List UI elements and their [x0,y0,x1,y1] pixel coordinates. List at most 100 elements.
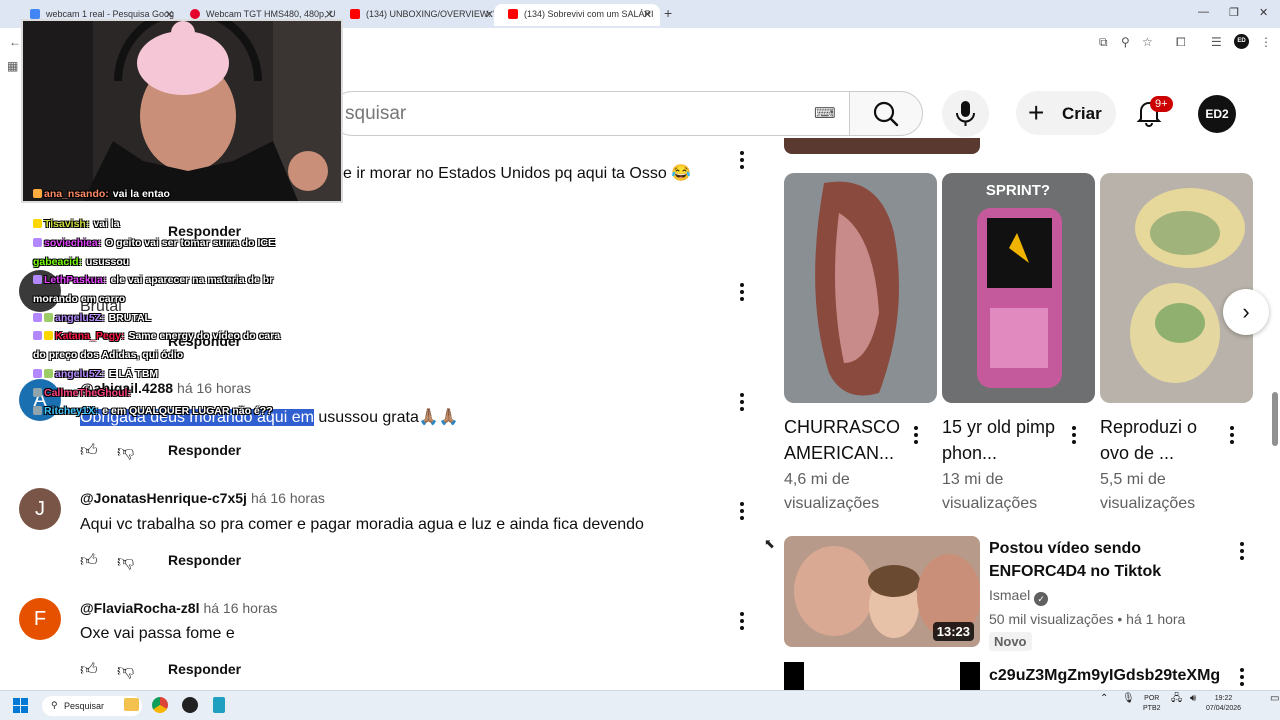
minimize-icon[interactable]: — [1198,6,1209,18]
new-tab-button[interactable]: + [664,5,672,21]
voice-search-button[interactable] [942,90,989,137]
short-thumbnail[interactable]: SPRINT? [942,173,1095,403]
close-window-icon[interactable]: ✕ [1259,6,1268,19]
obs-icon[interactable] [182,697,198,713]
comment-author[interactable]: @FlaviaRocha-z8l há 16 horas [80,600,277,616]
menu-kebab-icon[interactable]: ⋮ [1260,35,1272,49]
keyboard-icon[interactable]: ⌨ [814,104,836,122]
chat-user: soviechiea: [44,237,102,249]
apps-grid-icon[interactable]: ▦ [7,59,18,73]
close-tab-icon[interactable]: ✕ [485,8,494,21]
plus-icon: + [1028,97,1045,128]
video-thumbnail-2[interactable] [784,662,980,690]
video-duration: 13:23 [932,622,974,641]
browser-tab-3[interactable]: (134) UNBOXING/OVERVIEW: W ✕ [336,4,502,26]
channel-name[interactable]: Ismael ✓ [989,587,1049,606]
notepad-icon[interactable] [213,697,225,713]
reply-button[interactable]: Responder [168,552,241,568]
chat-user: Katana_Pegy: [55,330,125,342]
search-input[interactable] [330,91,850,136]
like-icon[interactable]: 👍︎ [80,440,98,461]
network-icon[interactable]: 🖧 [1171,694,1182,704]
site-icon [190,9,200,19]
video-title[interactable]: c29uZ3MgZm9yIGdsb29teXMg [989,664,1229,687]
phone-thumbnail-image: SPRINT? [942,173,1095,403]
comment-menu-icon[interactable] [739,149,745,171]
short-menu-icon[interactable] [1071,424,1077,446]
create-button[interactable]: + Criar [1016,91,1116,135]
channel-label[interactable]: Ismael [989,587,1030,603]
comment-menu-icon[interactable] [739,391,745,413]
short-thumbnail[interactable] [1100,173,1253,403]
video-title[interactable]: Postou vídeo sendo ENFORC4D4 no Tiktok [989,537,1189,583]
comment-author[interactable]: @JonatasHenrique-c7x5j há 16 horas [80,490,325,506]
like-icon[interactable]: 👍︎ [80,659,98,680]
back-icon[interactable]: ← [9,35,21,49]
comment-menu-icon[interactable] [739,610,745,632]
short-thumbnail[interactable] [784,173,937,403]
file-explorer-icon[interactable] [124,698,139,711]
language-indicator[interactable]: POR PTB2 [1143,694,1161,714]
streamer-webcam-image [23,21,341,201]
chat-user: CallmeTheGhoul: [44,387,131,399]
browser-tab-4-active[interactable]: (134) Sobrevivi com um SALÁRI ✕ [494,4,660,26]
dislike-icon[interactable]: 👎︎ [117,551,134,572]
chat-user: Tisavish: [44,218,90,230]
extensions-icon[interactable]: ⧠ [1176,35,1186,50]
reading-list-icon[interactable]: ☰ [1211,35,1222,49]
dislike-icon[interactable]: 👎︎ [117,441,134,462]
tab-label: webcam 1 real - Pesquisa Goog [46,9,175,19]
windows-start-icon[interactable] [13,698,29,714]
egg-thumbnail-image [1100,173,1253,403]
short-views: 4,6 mi de visualizações [784,471,880,512]
video-thumbnail[interactable]: 13:23 [784,536,980,647]
install-icon[interactable]: ⧉ [1099,35,1108,50]
video-meta: 50 mil visualizações • há 1 hora [989,611,1186,627]
clock[interactable]: 19:22 07/04/2026 [1206,694,1241,714]
short-menu-icon[interactable] [913,424,919,446]
search-button[interactable] [849,91,923,136]
bookmark-star-icon[interactable]: ☆ [1142,35,1153,49]
previous-video-thumbnail[interactable] [784,138,980,154]
author-handle[interactable]: @FlaviaRocha-z8l [80,600,199,616]
tray-chevron-icon[interactable]: ⌃ [1100,694,1108,704]
microphone-tray-icon[interactable]: 🎙︎ [1122,694,1135,704]
reply-button[interactable]: Responder [168,661,241,677]
volume-icon[interactable]: 🔊︎ [1190,694,1196,704]
chat-message: CallmeTheGhoul: [33,387,135,399]
short-overlay-text: SPRINT? [986,182,1050,199]
like-icon[interactable]: 👍︎ [80,550,98,571]
microphone-icon [956,101,975,126]
close-tab-icon[interactable]: ✕ [643,8,652,21]
chat-user: LethPaskua: [44,274,107,286]
comment-menu-icon[interactable] [739,281,745,303]
chat-message: soviechiea: O geito vai ser tomar surra d… [33,237,275,249]
webcam-overlay [21,19,343,203]
reply-button[interactable]: Responder [168,442,241,458]
comment-timestamp: há 16 horas [250,490,325,506]
short-menu-icon[interactable] [1229,424,1235,446]
short-title[interactable]: CHURRASCO AMERICAN... [784,414,904,466]
next-shorts-button[interactable]: › [1223,289,1269,335]
short-views: 5,5 mi de visualizações [1100,471,1196,512]
account-avatar[interactable]: ED2 [1198,95,1236,133]
dislike-icon[interactable]: 👎︎ [117,660,134,681]
youtube-icon [350,9,360,19]
page-scrollbar[interactable] [1272,392,1278,446]
chat-message: ana_nsando: vai la entao [33,188,170,200]
video-menu-icon[interactable] [1239,540,1245,562]
short-title[interactable]: 15 yr old pimp phon... [942,414,1062,466]
chat-user: ana_nsando: [44,188,109,200]
restore-icon[interactable]: ❐ [1229,6,1239,19]
notifications-icon[interactable]: ▭ [1270,694,1279,704]
chrome-icon[interactable] [152,697,168,713]
zoom-icon[interactable]: ⚲ [1121,35,1130,49]
profile-avatar[interactable]: ED [1234,34,1249,49]
comment-menu-icon[interactable] [739,500,745,522]
comment-timestamp: há 16 horas [203,600,278,616]
author-handle[interactable]: @JonatasHenrique-c7x5j [80,490,247,506]
video-menu-icon[interactable] [1239,666,1245,688]
youtube-icon [508,9,518,19]
short-title[interactable]: Reproduzi o ovo de ... [1100,414,1220,466]
chat-message: Ritchey1X: e em QUALQUER LUGAR não é?? [33,405,273,417]
